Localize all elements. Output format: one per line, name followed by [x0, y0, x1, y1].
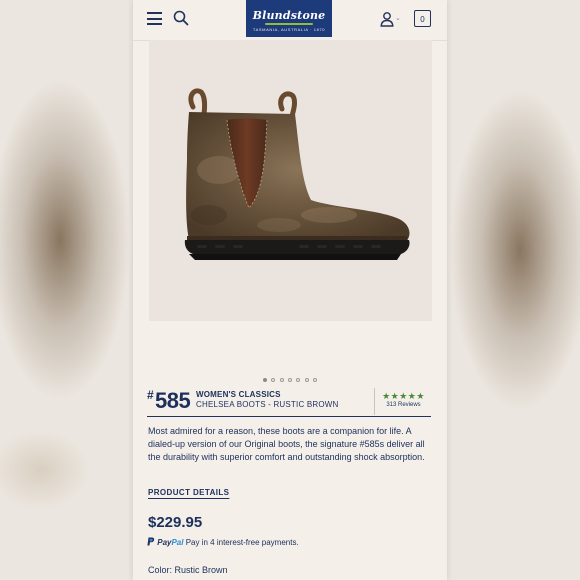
gallery-dot[interactable]	[288, 378, 292, 382]
product-image[interactable]	[149, 40, 432, 321]
gallery-dot[interactable]	[313, 378, 318, 382]
gallery-pagination	[133, 369, 447, 382]
boot-illustration	[184, 88, 410, 260]
brand-logo[interactable]: Blundstone TASMANIA, AUSTRALIA · 1870	[246, 0, 332, 37]
model-hash: #	[147, 388, 154, 402]
paypal-message: Pay in 4 interest-free payments.	[185, 538, 299, 547]
paypal-logo-pal: Pal	[171, 538, 184, 547]
product-subtitle: CHELSEA BOOTS - RUSTIC BROWN	[196, 400, 339, 409]
paypal-icon	[147, 537, 155, 546]
product-description: Most admired for a reason, these boots a…	[148, 426, 425, 462]
gallery-dot[interactable]	[304, 378, 309, 382]
rating-summary[interactable]: ★★★★★ 313 Reviews	[374, 388, 432, 415]
product-header: # 585 WOMEN'S CLASSICS CHELSEA BOOTS - R…	[147, 388, 431, 417]
site-header: Blundstone TASMANIA, AUSTRALIA · 1870 ⌄ …	[133, 0, 447, 41]
product-details-link[interactable]: PRODUCT DETAILS	[148, 488, 229, 497]
color-label: Color:	[148, 565, 173, 575]
color-selection: Color: Rustic Brown	[148, 565, 228, 575]
gallery-dot[interactable]	[279, 378, 284, 382]
search-icon[interactable]	[173, 10, 189, 26]
review-count[interactable]: 313 Reviews	[375, 402, 432, 408]
model-number: 585	[155, 388, 191, 413]
logo-swoosh	[265, 23, 313, 25]
product-price: $229.95	[148, 514, 203, 531]
logo-tagline: TASMANIA, AUSTRALIA · 1870	[252, 27, 326, 32]
logo-wordmark: Blundstone	[252, 9, 326, 22]
gallery-dot[interactable]	[271, 378, 276, 382]
user-icon[interactable]	[379, 11, 395, 27]
cart-icon[interactable]: 0	[414, 10, 431, 27]
collection-name: WOMEN'S CLASSICS	[196, 390, 281, 399]
paypal-logo-pay: Pay	[157, 538, 172, 547]
chevron-down-icon[interactable]: ⌄	[395, 14, 401, 22]
menu-icon[interactable]	[147, 12, 162, 25]
paypal-installments[interactable]: PayPal Pay in 4 interest-free payments.	[147, 537, 299, 547]
mobile-page: Blundstone TASMANIA, AUSTRALIA · 1870 ⌄ …	[133, 0, 447, 580]
star-rating-icon: ★★★★★	[382, 391, 425, 401]
color-value: Rustic Brown	[174, 565, 228, 575]
gallery-dot[interactable]	[262, 378, 267, 382]
gallery-dot[interactable]	[296, 378, 301, 382]
